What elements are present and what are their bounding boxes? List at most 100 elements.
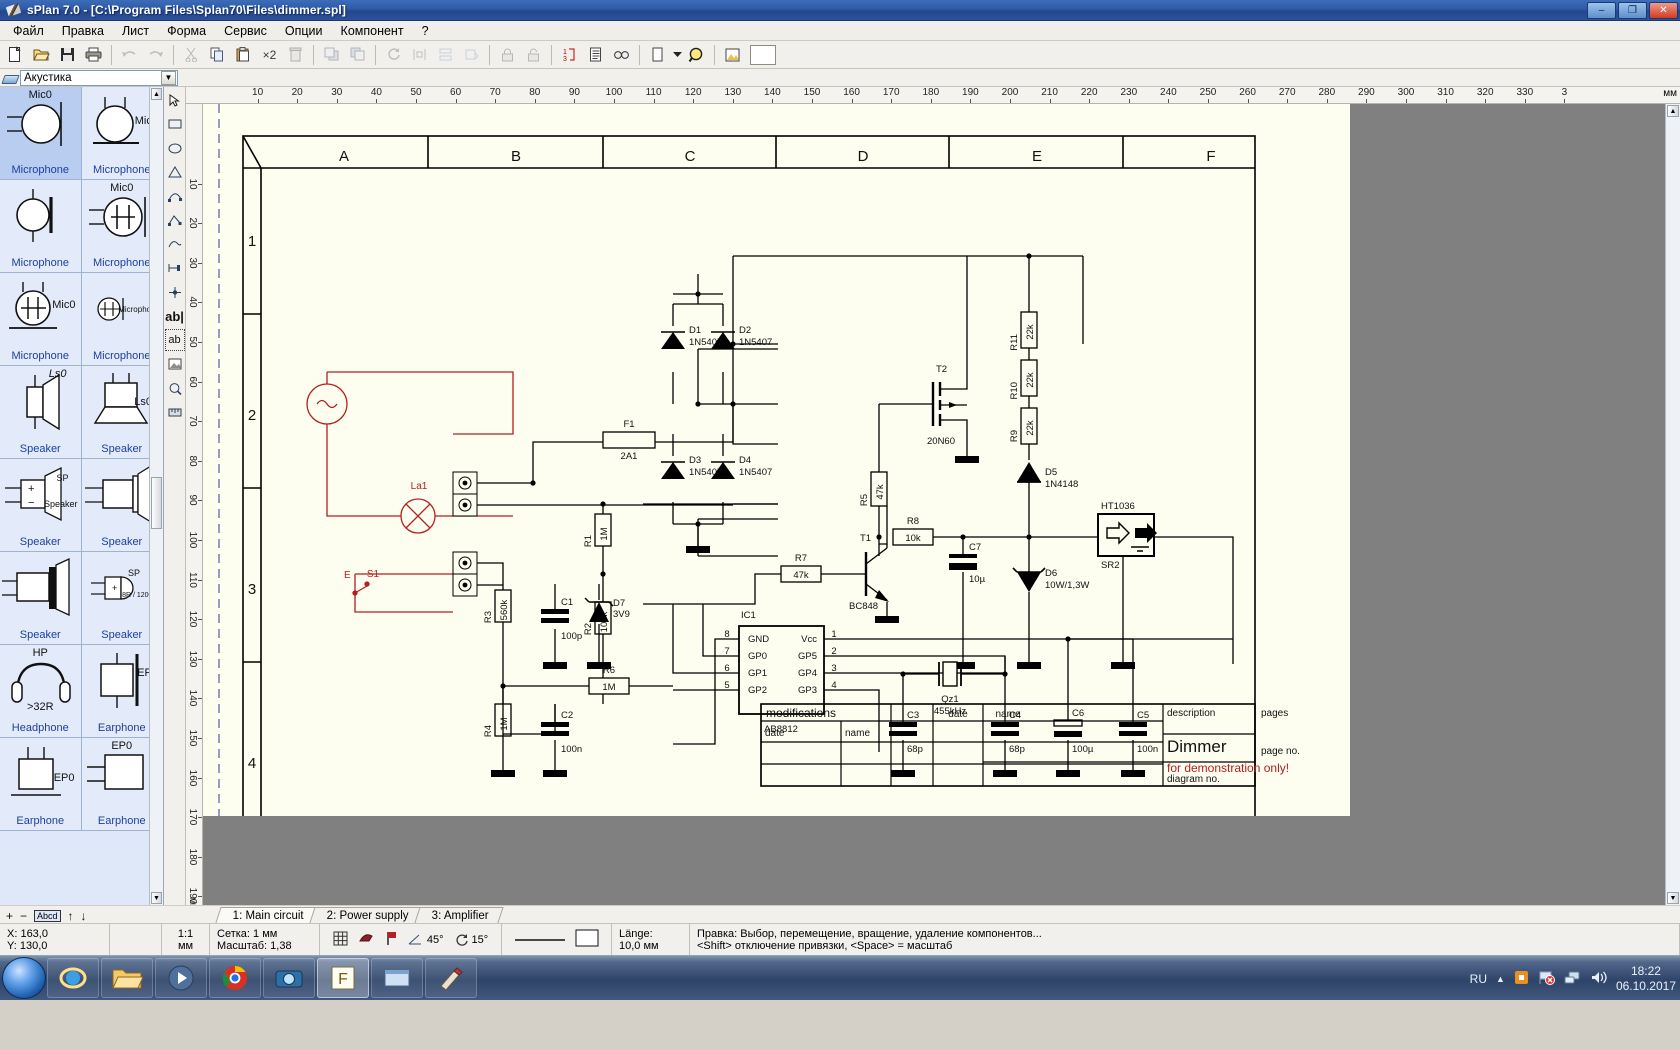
show-hidden-icons-icon[interactable]: ▲ <box>1496 974 1505 984</box>
align-icon[interactable] <box>433 43 458 67</box>
copy-icon[interactable] <box>205 43 230 67</box>
drawing-sheet[interactable]: A B C D E F 1 2 3 4 La1 S1 E D1 1N5407 D… <box>203 104 1350 857</box>
close-button[interactable]: ✕ <box>1649 2 1678 19</box>
palette-item-speaker-8[interactable]: + − SP Speaker Speaker <box>0 459 82 552</box>
paste-icon[interactable] <box>231 43 256 67</box>
mirror-horizontal-icon[interactable] <box>407 43 432 67</box>
remove-sheet-button[interactable]: − <box>20 909 27 923</box>
palette-scrollbar[interactable]: ▲ ▼ <box>149 87 163 905</box>
folder-icon[interactable] <box>101 958 153 998</box>
rename-sheet-button[interactable]: Abcd <box>34 910 61 922</box>
menu-item-options[interactable]: Опции <box>276 22 332 40</box>
minimize-button[interactable]: – <box>1587 2 1616 19</box>
junction-tool-icon[interactable] <box>165 281 185 303</box>
bring-front-icon[interactable] <box>319 43 344 67</box>
palette-item-microphone-4[interactable]: Mic0 Microphone <box>0 273 82 366</box>
rotate-icon[interactable] <box>381 43 406 67</box>
palette-item-earphone-14[interactable]: EP0 Earphone <box>0 738 82 831</box>
save-file-icon[interactable] <box>55 43 80 67</box>
find-icon[interactable] <box>609 43 634 67</box>
polyline-tool-icon[interactable] <box>165 209 185 231</box>
new-file-icon[interactable] <box>3 43 28 67</box>
undo-icon[interactable] <box>117 43 142 67</box>
scroll-down-icon[interactable]: ▼ <box>1667 892 1679 904</box>
move-sheet-up-button[interactable]: ↑ <box>68 909 74 923</box>
delete-icon[interactable] <box>283 43 308 67</box>
special-line-tool-icon[interactable] <box>165 233 185 255</box>
vertical-ruler[interactable]: 10 20 30 40 50 60 70 80 90 100 110 120 130 140 150 160 1… <box>186 104 203 905</box>
color-swatch[interactable] <box>750 44 776 65</box>
image-icon[interactable] <box>720 43 745 67</box>
list-icon[interactable] <box>583 43 608 67</box>
unlock-icon[interactable] <box>521 43 546 67</box>
palette-scroll-thumb[interactable] <box>151 477 162 529</box>
chevron-down-icon[interactable]: ▼ <box>161 70 176 85</box>
menu-item-help[interactable]: ? <box>413 22 438 40</box>
text-tool-icon[interactable]: ab| <box>165 305 185 327</box>
image-tool-icon[interactable] <box>165 353 185 375</box>
palette-item-headphone-12[interactable]: HP >32R Headphone <box>0 645 82 738</box>
select-arrow-icon[interactable] <box>165 89 185 111</box>
start-orb-icon[interactable] <box>2 957 46 999</box>
palette-item-microphone-0[interactable]: Mic0 Microphone <box>0 87 82 180</box>
camera-icon[interactable] <box>263 958 315 998</box>
fill-style-icon[interactable] <box>575 929 599 950</box>
line-style-icon[interactable] <box>514 934 566 946</box>
add-sheet-button[interactable]: + <box>6 909 13 923</box>
chevron-down-icon[interactable] <box>671 43 683 67</box>
menu-item-sheet[interactable]: Лист <box>113 22 158 40</box>
network-icon[interactable] <box>1564 970 1581 988</box>
renumber-icon[interactable]: 13 <box>557 43 582 67</box>
paint-icon[interactable] <box>425 958 477 998</box>
palette-item-speaker-6[interactable]: Ls0 Speaker <box>0 366 82 459</box>
grid-icon[interactable] <box>333 931 348 949</box>
canvas-vertical-scrollbar[interactable]: ▲ ▼ <box>1665 104 1680 905</box>
tab-amplifier[interactable]: 3: Amplifier <box>414 907 504 923</box>
menu-item-form[interactable]: Форма <box>158 22 215 40</box>
tab-power-supply[interactable]: 2: Power supply <box>309 907 424 923</box>
menu-item-file[interactable]: Файл <box>4 22 53 40</box>
orange-icon[interactable] <box>1514 970 1529 988</box>
scale-cell[interactable]: 1:1 мм <box>162 924 210 955</box>
scroll-up-icon[interactable]: ▲ <box>151 88 162 100</box>
splan-icon[interactable]: F <box>317 958 369 998</box>
media-player-icon[interactable] <box>155 958 207 998</box>
redo-icon[interactable] <box>143 43 168 67</box>
tab-main-circuit[interactable]: 1: Main circuit <box>215 907 319 923</box>
palette-item-microphone-2[interactable]: Microphone <box>0 180 82 273</box>
menu-item-edit[interactable]: Правка <box>53 22 113 40</box>
window-icon[interactable] <box>371 958 423 998</box>
open-file-icon[interactable] <box>29 43 54 67</box>
menu-item-component[interactable]: Компонент <box>332 22 413 40</box>
print-icon[interactable] <box>81 43 106 67</box>
scroll-up-icon[interactable]: ▲ <box>1667 105 1679 117</box>
maximize-button[interactable]: ❐ <box>1618 2 1647 19</box>
schematic-drawing[interactable]: A B C D E F 1 2 3 4 La1 S1 E D11N5407 D2… <box>203 104 1350 857</box>
page-icon[interactable] <box>645 43 670 67</box>
palette-item-speaker-10[interactable]: Speaker <box>0 552 82 645</box>
textbox-tool-icon[interactable]: ab <box>164 329 185 351</box>
horizontal-ruler[interactable]: мм 10 20 30 40 50 60 70 80 90 100 110 120 130 140 150 1… <box>186 87 1680 104</box>
grid-cell[interactable]: Сетка: 1 мм Масштаб: 1,38 <box>210 924 320 955</box>
duplicate-x2-label[interactable]: ×2 <box>257 43 282 67</box>
internet-explorer-icon[interactable] <box>47 958 99 998</box>
marker-icon[interactable] <box>384 931 398 949</box>
measure-tool-icon[interactable] <box>165 401 185 423</box>
flip-icon[interactable] <box>459 43 484 67</box>
flag-error-icon[interactable] <box>1538 970 1555 988</box>
polygon-tool-icon[interactable] <box>165 161 185 183</box>
library-selector[interactable]: Акустика ▼ <box>0 69 182 86</box>
library-combobox[interactable]: Акустика ▼ <box>20 69 178 86</box>
zoom-icon[interactable] <box>684 43 709 67</box>
send-back-icon[interactable] <box>345 43 370 67</box>
rectangle-tool-icon[interactable] <box>165 113 185 135</box>
connector-tool-icon[interactable] <box>165 257 185 279</box>
angle-45-item[interactable]: 45° <box>408 933 444 946</box>
volume-icon[interactable] <box>1590 970 1607 988</box>
cut-icon[interactable] <box>179 43 204 67</box>
scroll-down-icon[interactable]: ▼ <box>151 892 162 904</box>
move-sheet-down-button[interactable]: ↓ <box>81 909 87 923</box>
bezier-tool-icon[interactable] <box>165 185 185 207</box>
lock-icon[interactable] <box>495 43 520 67</box>
component-palette[interactable]: Mic0 Microphone Mic0 Microphone Microphone Mi… <box>0 87 164 905</box>
